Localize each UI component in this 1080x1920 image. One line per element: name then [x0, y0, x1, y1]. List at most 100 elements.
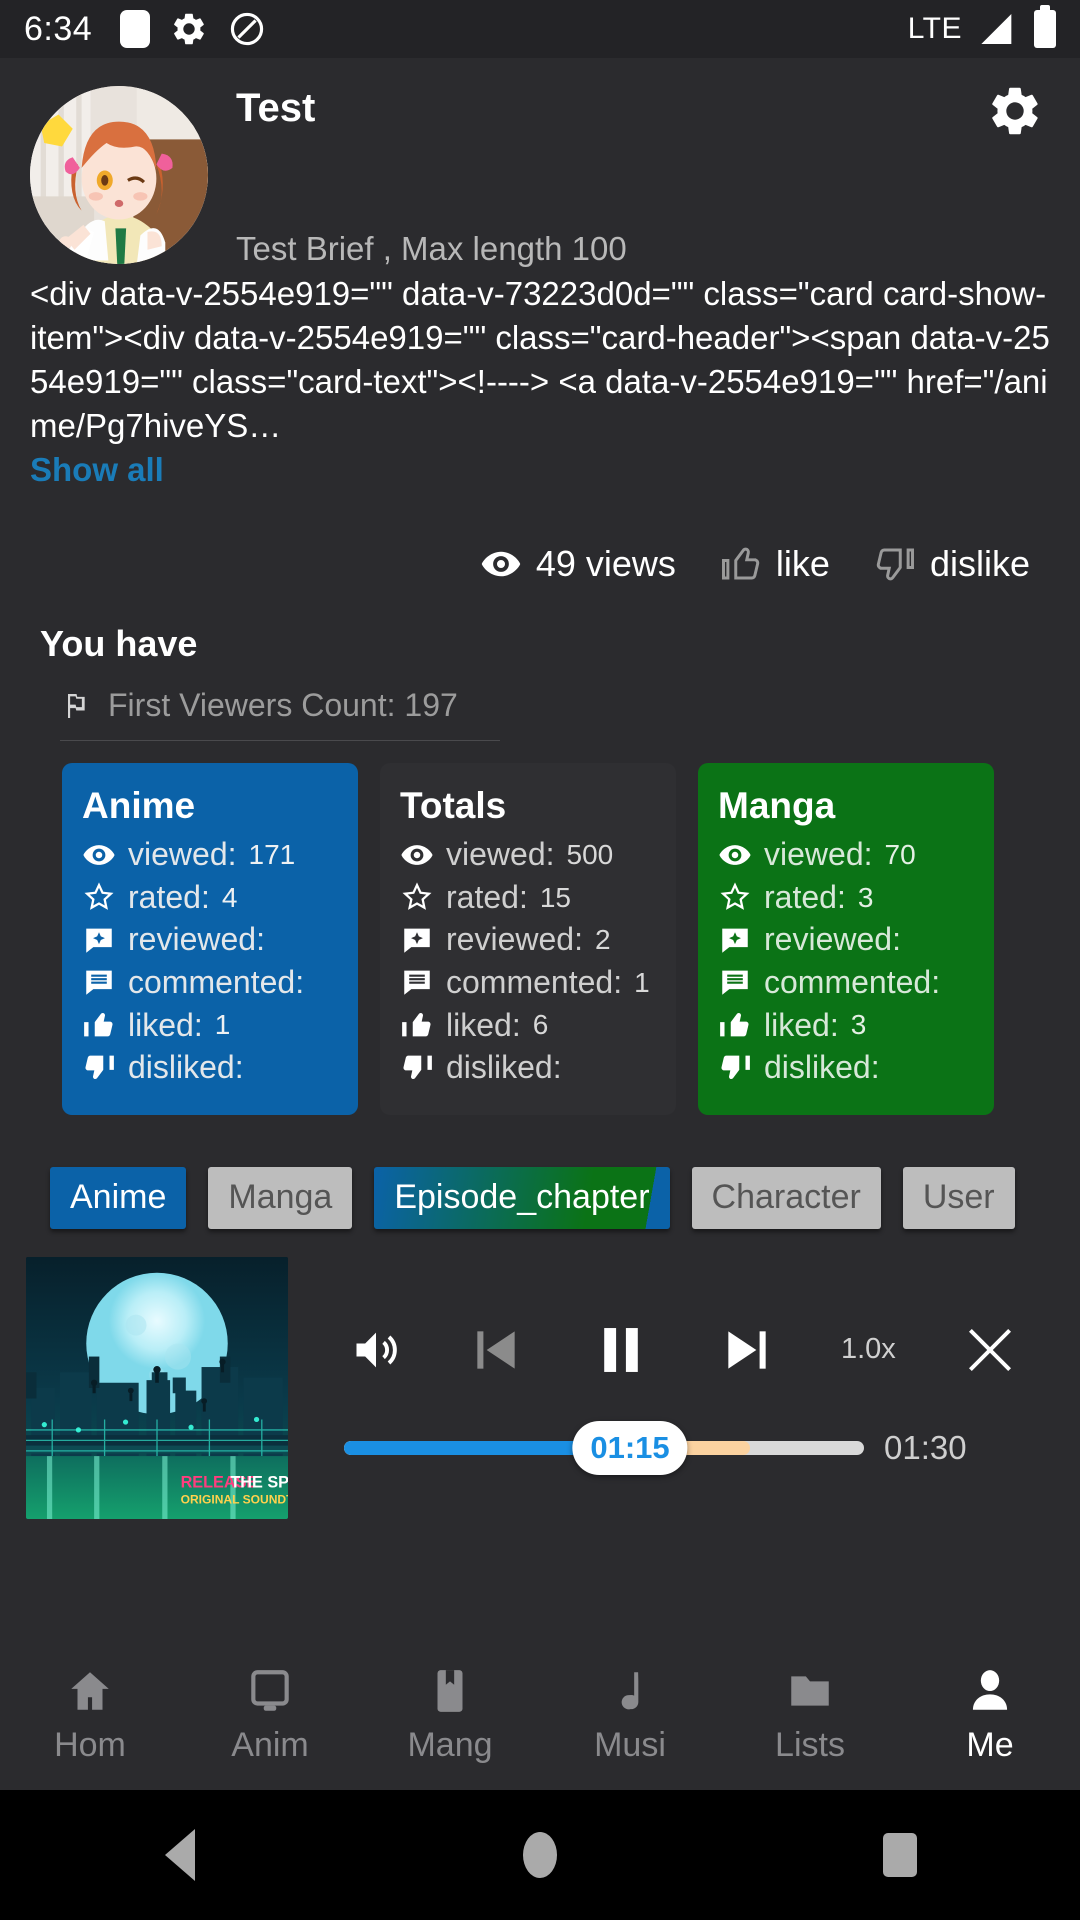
stat-row-value: 3: [850, 1009, 867, 1041]
stat-row-value: 70: [884, 839, 916, 871]
total-time-label: 01:30: [884, 1428, 967, 1466]
album-art-image: RELEASE THE SPYCE ORIGINAL SOUNDTRACK: [26, 1256, 288, 1519]
stat-row-value: 2: [594, 924, 611, 956]
stat-row-viewed: viewed: 500: [400, 833, 656, 876]
stat-row-rated: rated: 15: [400, 876, 656, 919]
album-art[interactable]: RELEASE THE SPYCE ORIGINAL SOUNDTRACK: [26, 1256, 288, 1519]
page-title: Test: [236, 86, 316, 130]
eye-icon: [401, 844, 433, 865]
music-note-icon: [621, 1671, 639, 1709]
next-button[interactable]: [719, 1322, 775, 1378]
stat-row-label: reviewed:: [128, 921, 265, 958]
pause-icon: [604, 1327, 639, 1372]
stat-row-label: rated:: [764, 878, 846, 915]
stat-cards: Anime viewed: 171 rated: 4 reviewed: com…: [0, 741, 1080, 1115]
chip-manga[interactable]: Manga: [208, 1166, 353, 1229]
stat-row-commented: commented: 1: [400, 961, 656, 1004]
android-back-button[interactable]: [0, 1829, 360, 1881]
nav-label: Anim: [231, 1725, 309, 1764]
svg-text:THE SPYCE: THE SPYCE: [230, 1473, 288, 1491]
nav-item-lists[interactable]: Lists: [720, 1666, 900, 1765]
you-have-heading: You have: [40, 623, 198, 665]
eye-icon: [719, 844, 751, 865]
stat-row-label: disliked:: [446, 1049, 562, 1086]
comment-icon: [86, 970, 112, 996]
stat-row-disliked: disliked:: [82, 1046, 338, 1089]
stat-row-label: viewed:: [764, 836, 873, 873]
stat-row-label: rated:: [446, 878, 528, 915]
stat-card-totals[interactable]: Totals viewed: 500 rated: 15 reviewed: 2…: [380, 763, 676, 1115]
dislike-button[interactable]: dislike: [874, 543, 1030, 585]
previous-button[interactable]: [468, 1322, 524, 1378]
thumb-up-icon: [720, 1012, 749, 1037]
play-pause-button[interactable]: [590, 1319, 652, 1381]
media-player: RELEASE THE SPYCE ORIGINAL SOUNDTRACK 1.…: [0, 1229, 1080, 1519]
stat-card-title: Totals: [400, 785, 507, 827]
thumb-down-icon: [85, 1056, 114, 1080]
nav-label: Me: [966, 1725, 1014, 1764]
square-app-icon: [120, 10, 151, 48]
profile-brief: Test Brief , Max length 100: [236, 230, 627, 267]
stat-card-anime[interactable]: Anime viewed: 171 rated: 4 reviewed: com…: [62, 763, 358, 1115]
seek-slider[interactable]: 01:15: [344, 1420, 864, 1475]
avatar[interactable]: [30, 86, 208, 264]
nav-item-home[interactable]: Hom: [0, 1666, 180, 1765]
player-seek-row: 01:15 01:30: [314, 1381, 1050, 1475]
thumb-up-icon: [84, 1012, 113, 1037]
review-icon: [404, 928, 430, 953]
recents-square-icon: [883, 1833, 917, 1877]
stat-row-label: commented:: [764, 964, 941, 1001]
playback-speed-button[interactable]: 1.0x: [841, 1333, 896, 1366]
bottom-navigation: Hom Anim Mang Musi Lists Me: [0, 1640, 1080, 1790]
status-notification-icons: [120, 10, 266, 48]
stat-row-liked: liked: 1: [82, 1004, 338, 1047]
stat-row-value: 500: [566, 839, 614, 871]
next-track-icon: [728, 1330, 766, 1369]
stat-row-liked: liked: 6: [400, 1004, 656, 1047]
chip-character[interactable]: Character: [691, 1166, 881, 1229]
nav-item-anime[interactable]: Anim: [180, 1666, 360, 1765]
stat-row-value: 4: [221, 881, 238, 913]
stat-row-liked: liked: 3: [718, 1004, 974, 1047]
status-system-icons: LTE: [907, 5, 1056, 49]
thumb-down-icon: [721, 1056, 750, 1080]
svg-text:ORIGINAL SOUNDTRACK: ORIGINAL SOUNDTRACK: [181, 1492, 288, 1506]
stat-row-label: liked:: [764, 1006, 839, 1043]
nav-item-music[interactable]: Musi: [540, 1666, 720, 1765]
android-home-button[interactable]: [360, 1832, 720, 1878]
stat-row-reviewed: reviewed: 2: [400, 918, 656, 961]
network-type-label: LTE: [907, 12, 962, 45]
review-icon: [722, 928, 748, 953]
nav-item-me[interactable]: Me: [900, 1666, 1080, 1765]
star-icon: [720, 882, 750, 911]
stat-card-manga[interactable]: Manga viewed: 70 rated: 3 reviewed: comm…: [698, 763, 994, 1115]
eye-icon: [83, 844, 115, 865]
nav-item-manga[interactable]: Mang: [360, 1666, 540, 1765]
close-player-button[interactable]: [962, 1322, 1018, 1378]
android-recents-button[interactable]: [720, 1833, 1080, 1877]
stat-card-title: Manga: [718, 785, 836, 827]
stat-row-label: disliked:: [128, 1049, 244, 1086]
android-navigation-bar: [0, 1790, 1080, 1920]
chip-user[interactable]: User: [902, 1166, 1015, 1229]
close-icon: [969, 1328, 1011, 1371]
thumb-down-icon: [876, 548, 914, 581]
volume-button[interactable]: [350, 1324, 402, 1376]
stat-card-title: Anime: [82, 785, 196, 827]
eye-icon: [481, 552, 521, 577]
show-all-link[interactable]: Show all: [30, 451, 164, 488]
player-controls: 1.0x: [314, 1257, 1050, 1381]
chip-episode-chapter[interactable]: Episode_chapter: [374, 1166, 670, 1229]
stat-row-label: viewed:: [128, 836, 237, 873]
tv-icon: [251, 1669, 289, 1711]
stat-row-label: liked:: [446, 1006, 521, 1043]
stat-row-commented: commented:: [718, 961, 974, 1004]
views-label: 49 views: [535, 543, 676, 585]
like-button[interactable]: like: [720, 543, 830, 585]
first-viewers-count-label: First Viewers Count: 197: [108, 687, 458, 724]
seek-current-time[interactable]: 01:15: [572, 1420, 688, 1475]
comment-icon: [404, 970, 430, 996]
stat-row-label: viewed:: [446, 836, 555, 873]
chip-anime[interactable]: Anime: [50, 1166, 187, 1229]
settings-button[interactable]: [980, 76, 1050, 146]
